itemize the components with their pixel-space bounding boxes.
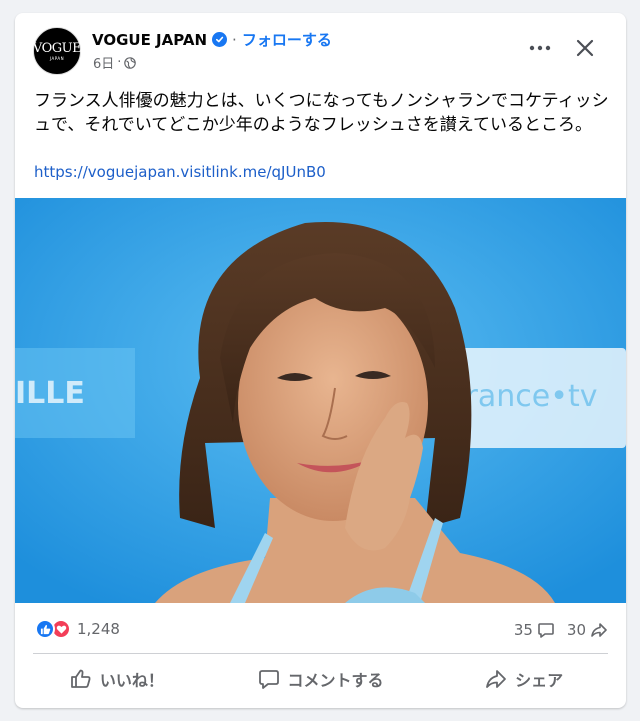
meta-separator: · — [117, 55, 122, 70]
close-icon — [576, 39, 594, 57]
reactions-summary[interactable]: 1,248 — [35, 619, 120, 639]
close-button[interactable] — [570, 33, 600, 63]
post-stats: 1,248 35 30 — [15, 613, 626, 649]
share-arrow-icon — [486, 670, 507, 688]
post-timestamp[interactable]: 6日 — [93, 53, 114, 72]
comment-icon — [538, 623, 554, 638]
comment-button[interactable]: コメントする — [219, 659, 423, 699]
globe-icon — [124, 56, 137, 69]
share-icon — [591, 623, 607, 637]
like-reaction-icon — [35, 619, 55, 639]
thumbs-up-icon — [70, 669, 91, 688]
share-count-link[interactable]: 30 — [567, 621, 608, 639]
verified-badge-icon — [212, 32, 228, 47]
post-text: フランス人俳優の魅力とは、いくつになってもノンシャランでコケティッシュで、それで… — [34, 91, 609, 135]
like-label: いいね！ — [99, 671, 164, 690]
action-bar: いいね！ コメントする シェア — [15, 659, 626, 699]
follow-button[interactable]: フォローする — [242, 29, 332, 50]
separator-dot: · — [232, 30, 237, 49]
avatar[interactable]: VOGUE JAPAN — [32, 27, 82, 75]
post-meta: 6日 · — [93, 53, 137, 72]
avatar-logo: VOGUE — [32, 40, 82, 56]
divider — [33, 653, 608, 654]
more-options-button[interactable] — [523, 35, 557, 61]
post-card: VOGUE JAPAN VOGUE JAPAN · フォローする 6日 · フラ… — [15, 13, 626, 708]
engagement-counts: 35 30 — [514, 621, 608, 639]
share-button[interactable]: シェア — [422, 659, 626, 699]
author-name[interactable]: VOGUE JAPAN — [92, 31, 207, 49]
post-link[interactable]: https://voguejapan.visitlink.me/qJUnB0 — [34, 163, 326, 181]
comment-count-link[interactable]: 35 — [514, 621, 555, 639]
backdrop-text-right: france•tv — [455, 379, 597, 414]
post-photo[interactable]: ILLE france•tv — [15, 198, 626, 603]
more-dots-icon — [529, 45, 551, 51]
reaction-count: 1,248 — [77, 620, 120, 638]
comment-count: 35 — [513, 621, 533, 639]
backdrop-text-left: ILLE — [15, 376, 85, 411]
share-count: 30 — [566, 621, 586, 639]
post-header: VOGUE JAPAN VOGUE JAPAN · フォローする 6日 · — [15, 13, 626, 85]
comment-bubble-icon — [258, 670, 279, 689]
share-label: シェア — [515, 671, 564, 690]
like-button[interactable]: いいね！ — [15, 659, 219, 699]
avatar-logo-sub: JAPAN — [49, 55, 65, 61]
author-row: VOGUE JAPAN · フォローする — [92, 29, 332, 50]
comment-label: コメントする — [287, 671, 384, 690]
